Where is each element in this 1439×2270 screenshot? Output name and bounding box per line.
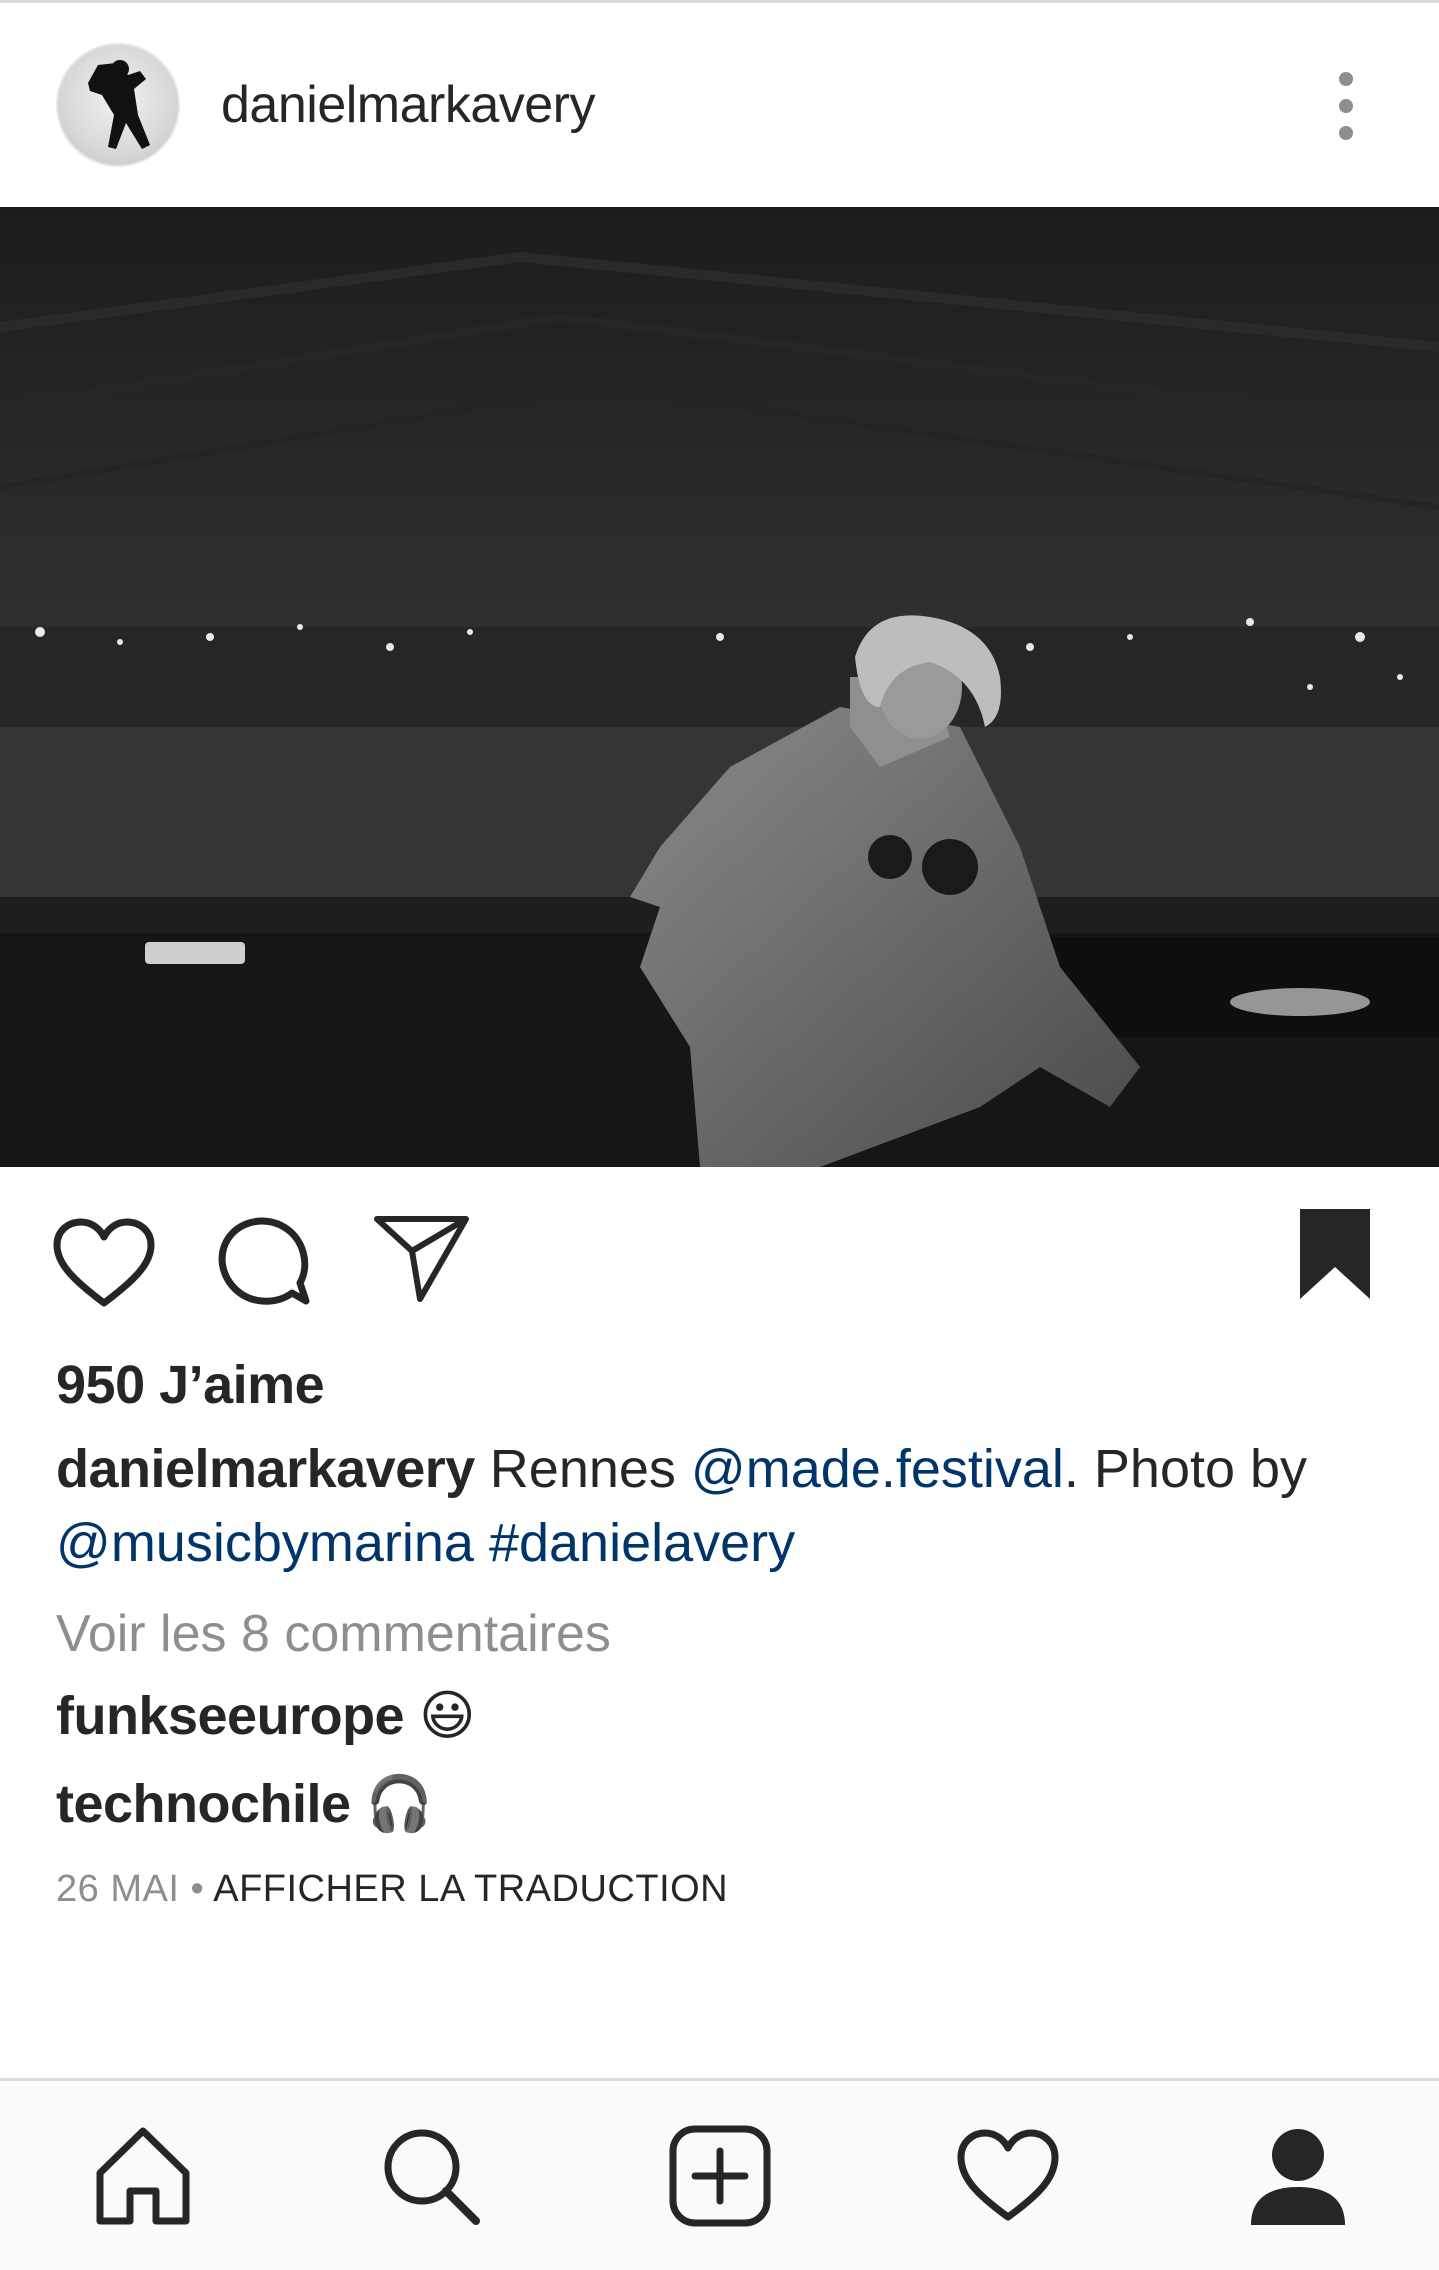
post-caption: danielmarkavery Rennes @made.festival. P… [56, 1432, 1396, 1580]
post-meta: 26 MAI • AFFICHER LA TRADUCTION [56, 1868, 728, 1911]
comment-item: technochile 🎧 [56, 1773, 433, 1836]
translate-link[interactable]: AFFICHER LA TRADUCTION [213, 1868, 728, 1910]
comment-button[interactable] [216, 1213, 312, 1314]
caption-hashtag[interactable]: #danielavery [489, 1513, 795, 1573]
nav-home-button[interactable] [88, 2121, 198, 2231]
caption-mention-musicbymarina[interactable]: @musicbymarina [56, 1513, 474, 1573]
caption-mention-made-festival[interactable]: @made.festival [691, 1439, 1064, 1499]
more-options-button[interactable] [1320, 69, 1372, 143]
more-vertical-icon [1339, 72, 1353, 140]
comment-icon [218, 1217, 310, 1305]
post-header: danielmarkavery [0, 3, 1439, 207]
nav-new-post-button[interactable] [665, 2121, 775, 2231]
post-date: 26 MAI [56, 1868, 180, 1910]
heart-icon [53, 1218, 155, 1307]
avatar[interactable] [56, 43, 180, 167]
avatar-image [88, 60, 150, 149]
comment-item: funkseeurope 😃 [56, 1684, 475, 1747]
activity-heart-icon [957, 2129, 1059, 2221]
meta-separator: • [179, 1868, 214, 1910]
dj-performance-photo [0, 207, 1439, 1167]
add-post-icon [669, 2125, 771, 2227]
post-username[interactable]: danielmarkavery [221, 75, 596, 135]
nav-profile-button[interactable] [1243, 2121, 1353, 2231]
caption-text: Rennes [474, 1439, 691, 1499]
profile-icon [1251, 2129, 1345, 2225]
nav-activity-button[interactable] [953, 2121, 1063, 2231]
caption-text-photo-by: . Photo by [1063, 1439, 1308, 1499]
share-button[interactable] [372, 1211, 472, 1312]
caption-username[interactable]: danielmarkavery [56, 1439, 475, 1499]
likes-count[interactable]: 950 J’aime [56, 1354, 325, 1416]
like-button[interactable] [52, 1217, 156, 1314]
comment-text: 😃 [404, 1686, 476, 1746]
nav-search-button[interactable] [376, 2121, 486, 2231]
post-actions [0, 1167, 1439, 1337]
comment-username[interactable]: technochile [56, 1774, 351, 1834]
home-icon [96, 2127, 190, 2225]
comment-text: 🎧 [350, 1774, 433, 1834]
bookmark-filled-icon [1300, 1209, 1370, 1299]
send-icon [374, 1216, 469, 1302]
search-icon [384, 2129, 480, 2225]
post-photo[interactable] [0, 207, 1439, 1167]
save-button[interactable] [1296, 1205, 1374, 1308]
bottom-navigation [0, 2081, 1439, 2270]
caption-space [474, 1513, 489, 1573]
comment-username[interactable]: funkseeurope [56, 1686, 405, 1746]
view-all-comments-link[interactable]: Voir les 8 commentaires [56, 1604, 611, 1664]
